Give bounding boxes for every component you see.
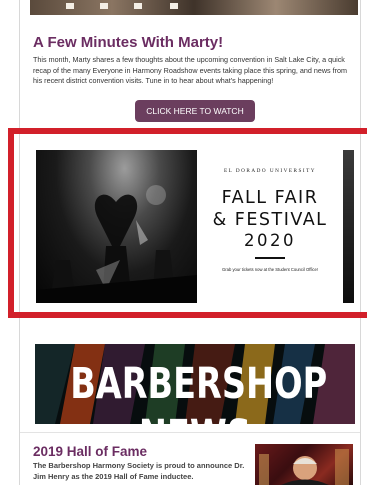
barbershop-news-banner[interactable]: BARBERSHOP NEWS <box>35 344 355 424</box>
top-image-strip <box>30 0 358 15</box>
hall-of-fame-body: The Barbershop Harmony Society is proud … <box>33 461 245 481</box>
divider <box>20 432 360 433</box>
marty-section: A Few Minutes With Marty! This month, Ma… <box>33 34 358 87</box>
section-body: This month, Marty shares a few thoughts … <box>33 55 348 86</box>
inductee-photo <box>255 444 353 485</box>
watch-button[interactable]: CLICK HERE TO WATCH <box>135 100 255 122</box>
highlight-frame <box>8 128 367 318</box>
newsletter-page: A Few Minutes With Marty! This month, Ma… <box>0 0 367 485</box>
hall-of-fame-title: 2019 Hall of Fame <box>33 444 148 459</box>
section-title: A Few Minutes With Marty! <box>33 34 224 51</box>
news-banner-text: BARBERSHOP NEWS <box>70 359 328 424</box>
